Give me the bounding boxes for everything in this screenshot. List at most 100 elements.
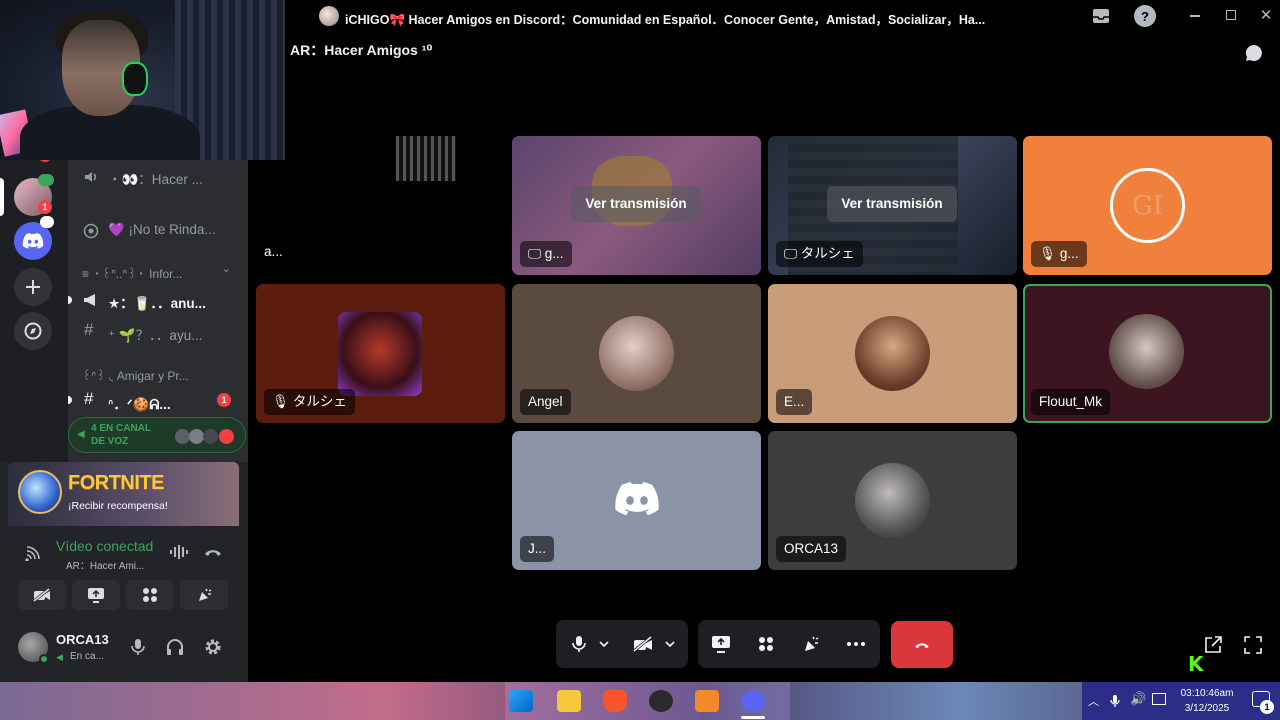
- soundboard-button[interactable]: [180, 580, 228, 610]
- user-panel: FORTNITE ¡Recibir recompensa! Vídeo cone…: [0, 462, 248, 682]
- announcement-icon: [82, 291, 100, 309]
- participant-name-tag: Angel: [520, 389, 571, 415]
- more-options-icon[interactable]: [839, 628, 873, 660]
- avatar: [203, 429, 218, 444]
- microphone-icon[interactable]: [128, 636, 148, 658]
- channel-badge: 1: [217, 393, 231, 407]
- participant-tile[interactable]: GI 🎙 g...: [1023, 136, 1272, 275]
- screen-share-icon: 🖵: [528, 246, 545, 261]
- avatar: [855, 316, 930, 391]
- channel-voice-hacer[interactable]: ・👀：Hacer ...: [108, 168, 203, 188]
- discord-home-icon[interactable]: [14, 216, 54, 260]
- camera-off-button[interactable]: [626, 628, 660, 660]
- system-tray: ︿ 🔊 03:10:46am 3/12/2025 1: [1082, 682, 1280, 720]
- minimize-icon[interactable]: [1190, 15, 1200, 17]
- brave-browser-icon[interactable]: [603, 690, 627, 712]
- windows-taskbar: ︿ 🔊 03:10:46am 3/12/2025 1: [0, 682, 1280, 720]
- server-avatar: [319, 6, 339, 26]
- camera-off-button[interactable]: [18, 580, 66, 610]
- voice-pill-label: 4 EN CANAL DE VOZ: [91, 423, 151, 447]
- maximize-icon[interactable]: [1226, 10, 1236, 20]
- explore-icon[interactable]: [14, 312, 52, 350]
- kick-logo-icon: K: [1188, 652, 1204, 676]
- participant-name-tag: 🖵 タルシェ: [776, 241, 863, 267]
- participant-tile[interactable]: Ver transmisión 🖵 タルシェ: [768, 136, 1017, 275]
- participant-name: J...: [528, 541, 547, 556]
- signal-icon[interactable]: [24, 544, 44, 562]
- chevron-down-icon[interactable]: [592, 628, 616, 660]
- avatar: [338, 312, 422, 396]
- participant-tile[interactable]: J...: [512, 431, 761, 570]
- speaker-icon: [82, 168, 100, 186]
- participant-tile[interactable]: Ver transmisión 🖵 g...: [512, 136, 761, 275]
- participant-tile[interactable]: a...: [256, 136, 505, 275]
- user-area: ORCA13 ◀ En ca...: [8, 624, 239, 670]
- channel-no-te-rindas[interactable]: 💜 ¡No te Rinda...: [108, 222, 216, 238]
- avatar: [855, 463, 930, 538]
- voice-connection: Vídeo conectad AR：Hacer Ami...: [8, 532, 239, 572]
- active-indicator: [0, 178, 4, 216]
- activities-button[interactable]: [749, 628, 783, 660]
- participant-name: タルシェ: [800, 246, 855, 261]
- screenshare-button[interactable]: [72, 580, 120, 610]
- connection-channel[interactable]: AR：Hacer Ami...: [66, 557, 144, 572]
- voice-channel-pill[interactable]: ◀ 4 EN CANAL DE VOZ: [68, 417, 246, 453]
- chat-icon[interactable]: [1243, 43, 1265, 63]
- clock[interactable]: 03:10:46am 3/12/2025: [1174, 686, 1240, 716]
- participant-tile-speaking[interactable]: Flouut_Mk: [1023, 284, 1272, 423]
- category-info[interactable]: ≡ ・꒰ᐢ..ᐢ꒱・ Infor...: [82, 265, 183, 281]
- headphones-icon[interactable]: [164, 636, 186, 658]
- windows-start-icon[interactable]: [509, 690, 533, 712]
- avatar: [219, 429, 234, 444]
- title-bar: iCHIGO🎀 Hacer Amigos en Discord：Comunida…: [285, 0, 1280, 32]
- file-explorer-icon[interactable]: [557, 690, 581, 712]
- participant-tile[interactable]: ORCA13: [768, 431, 1017, 570]
- connection-status[interactable]: Vídeo conectad: [56, 538, 156, 554]
- watch-stream-button[interactable]: Ver transmisión: [571, 186, 701, 222]
- online-status-dot: [39, 654, 49, 664]
- discord-taskbar-icon[interactable]: [741, 690, 765, 712]
- participant-tile[interactable]: E...: [768, 284, 1017, 423]
- close-icon[interactable]: ✕: [1258, 7, 1274, 24]
- avatar: GI: [1110, 168, 1185, 243]
- leave-call-button[interactable]: [891, 621, 953, 668]
- channel-ayuda[interactable]: ⁺ 🌱？．．ayu...: [108, 324, 202, 344]
- gear-icon[interactable]: [202, 636, 224, 658]
- server-icon[interactable]: 1: [14, 174, 54, 216]
- chevron-up-icon[interactable]: ︿: [1088, 693, 1099, 709]
- fl-studio-icon[interactable]: [695, 690, 719, 712]
- inbox-icon[interactable]: [1090, 5, 1112, 27]
- activities-button[interactable]: [126, 580, 174, 610]
- participant-tile[interactable]: Angel: [512, 284, 761, 423]
- category-amigar[interactable]: ꒰ᐢ꒱ ◟ Amigar y Pr...: [82, 367, 189, 383]
- discord-default-avatar-icon: [612, 481, 662, 517]
- microphone-button[interactable]: [562, 628, 596, 660]
- participant-name-tag: 🎙 g...: [1031, 241, 1087, 267]
- screenshare-button[interactable]: [704, 628, 738, 660]
- channel-amigar[interactable]: ᐢ．ᐟ🍪ᕱ...: [108, 393, 171, 413]
- noise-suppression-icon[interactable]: [168, 542, 190, 562]
- media-controls: [556, 620, 688, 668]
- microphone-icon[interactable]: [1108, 692, 1122, 710]
- channel-anuncios[interactable]: ★：🥛．．anu...: [108, 292, 206, 312]
- network-icon[interactable]: [1152, 693, 1166, 705]
- username[interactable]: ORCA13: [56, 632, 109, 647]
- watch-stream-button[interactable]: Ver transmisión: [827, 186, 957, 222]
- promo-subtitle: ¡Recibir recompensa!: [68, 500, 168, 512]
- soundboard-button[interactable]: [794, 628, 828, 660]
- promo-banner[interactable]: FORTNITE ¡Recibir recompensa!: [8, 462, 239, 526]
- participant-name-tag: Flouut_Mk: [1031, 389, 1111, 415]
- chevron-down-icon[interactable]: [658, 628, 682, 660]
- taskbar-apps: [505, 682, 790, 720]
- obs-icon[interactable]: [649, 690, 673, 712]
- volume-icon[interactable]: 🔊: [1130, 691, 1146, 707]
- chevron-down-icon[interactable]: ⌄: [222, 264, 230, 275]
- help-icon[interactable]: ?: [1134, 5, 1156, 27]
- hashtag-icon: #: [84, 389, 94, 408]
- participant-name-tag: J...: [520, 536, 555, 562]
- unread-dot: [38, 174, 54, 186]
- participant-tile[interactable]: 🎙 タルシェ: [256, 284, 505, 423]
- disconnect-icon[interactable]: [202, 542, 224, 562]
- fullscreen-icon[interactable]: [1242, 634, 1264, 656]
- add-server-icon[interactable]: [14, 268, 52, 306]
